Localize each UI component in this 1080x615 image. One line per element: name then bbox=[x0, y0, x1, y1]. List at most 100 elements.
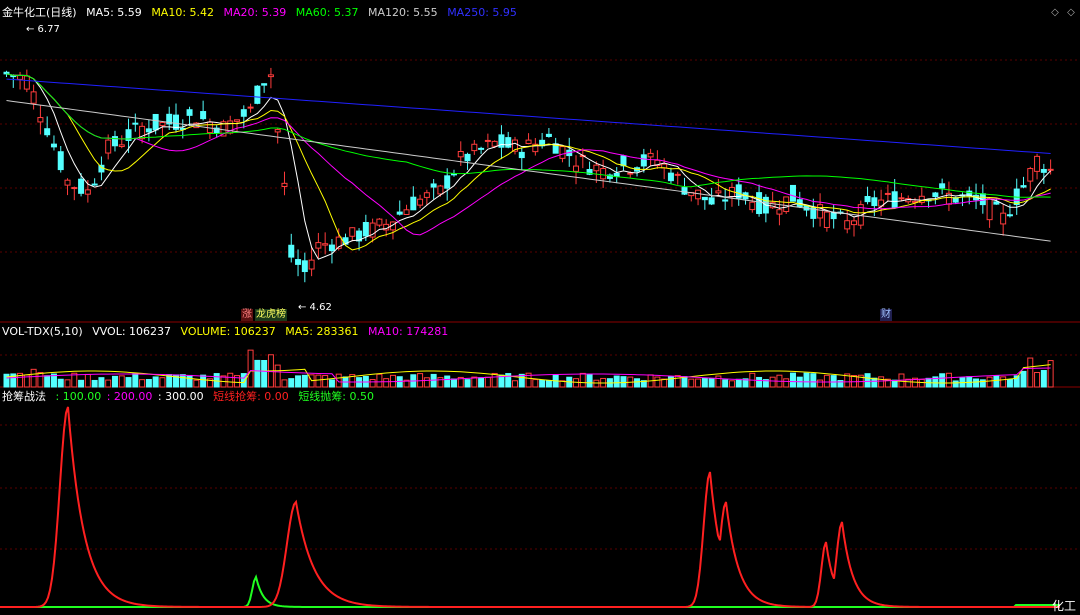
volume-bar bbox=[301, 374, 308, 388]
stock-title[interactable]: 金牛化工(日线) bbox=[2, 6, 77, 19]
volume-bar bbox=[254, 359, 261, 388]
volume-bar bbox=[261, 359, 268, 388]
volume-bar bbox=[37, 372, 44, 388]
volume-bar bbox=[708, 378, 715, 388]
candle-body bbox=[247, 106, 254, 109]
volume-bar bbox=[830, 375, 837, 388]
volume-bar bbox=[918, 378, 925, 388]
candle-body bbox=[993, 201, 1000, 205]
volume-bar bbox=[335, 373, 342, 388]
volume-bar bbox=[450, 378, 457, 388]
volume-bar bbox=[512, 380, 518, 388]
volume-bar bbox=[57, 378, 64, 388]
short-dump-readout: 短线抛筹: 0.50 bbox=[298, 390, 375, 403]
candle-body bbox=[464, 153, 471, 162]
limit-up-tag[interactable]: 涨 bbox=[241, 309, 253, 321]
volume-bar bbox=[945, 372, 952, 388]
candle-body bbox=[64, 179, 71, 186]
candle-body bbox=[301, 260, 308, 273]
candle-body bbox=[932, 192, 939, 198]
candle-body bbox=[640, 154, 647, 167]
candle-body bbox=[17, 75, 24, 80]
volume-bar bbox=[78, 379, 85, 388]
volume-bar bbox=[383, 378, 390, 388]
candle-body bbox=[1020, 185, 1027, 188]
collapse-up-icon[interactable]: ◇ bbox=[1050, 8, 1060, 18]
kline-chart[interactable]: ← 6.77 ← 4.62 bbox=[0, 0, 1080, 615]
expand-icon[interactable]: ◇ bbox=[1066, 8, 1076, 18]
volume-bar bbox=[539, 379, 546, 388]
ma250-readout: MA250: 5.95 bbox=[447, 6, 517, 19]
candle-body bbox=[681, 187, 688, 195]
vol-name[interactable]: VOL-TDX(5,10) bbox=[2, 325, 83, 338]
volume-bar bbox=[132, 373, 139, 388]
volume-bar bbox=[322, 374, 329, 388]
volume-bar bbox=[1027, 357, 1034, 388]
volume-bar bbox=[1006, 379, 1013, 388]
candle-body bbox=[423, 192, 430, 198]
volume-bar bbox=[464, 379, 471, 388]
candle-body bbox=[1034, 155, 1041, 172]
volume-bar bbox=[315, 374, 322, 388]
candle-body bbox=[240, 109, 247, 117]
ma5-line bbox=[6, 73, 1051, 260]
candle-body bbox=[1040, 168, 1047, 173]
ma120-readout: MA120: 5.55 bbox=[367, 6, 438, 19]
candle-body bbox=[437, 185, 444, 195]
high-price-label: ← 6.77 bbox=[26, 24, 60, 35]
candle-body bbox=[986, 198, 993, 221]
volume-bar bbox=[620, 376, 627, 388]
volume-bar bbox=[64, 379, 71, 388]
candle-body bbox=[78, 178, 85, 194]
candle-body bbox=[1000, 212, 1007, 225]
candle-body bbox=[1047, 168, 1054, 171]
volume-bar bbox=[376, 373, 383, 388]
volume-bar bbox=[728, 380, 735, 388]
candle-body bbox=[254, 85, 261, 104]
candle-body bbox=[844, 220, 851, 230]
candle-body bbox=[410, 196, 417, 211]
vvol-readout: VVOL: 106237 bbox=[92, 325, 172, 338]
dragon-tiger-tag[interactable]: 龙虎榜 bbox=[255, 309, 287, 321]
candle-body bbox=[505, 137, 512, 148]
volume-bar bbox=[545, 380, 552, 388]
candle-body bbox=[471, 143, 478, 152]
candle-body bbox=[396, 211, 403, 215]
volume-bar bbox=[661, 378, 668, 388]
volume-bar bbox=[484, 376, 491, 388]
volume-bar bbox=[715, 375, 722, 388]
candle-body bbox=[891, 191, 898, 208]
ma20-line bbox=[6, 73, 1051, 236]
candle-body bbox=[417, 198, 424, 206]
volume-bar bbox=[681, 376, 688, 388]
indicator-header: 抢筹战法 : 100.00 : 200.00 : 300.00 短线抢筹: 0.… bbox=[2, 389, 380, 405]
finance-tag[interactable]: 财 bbox=[880, 309, 892, 321]
candle-body bbox=[613, 172, 620, 177]
candle-body bbox=[1027, 168, 1034, 182]
volume-bar bbox=[274, 364, 281, 388]
candle-body bbox=[3, 71, 10, 75]
candle-body bbox=[491, 140, 498, 147]
volume-bar bbox=[152, 376, 159, 388]
candle-body bbox=[600, 168, 607, 180]
ma5-readout: MA5: 5.59 bbox=[86, 6, 142, 19]
short-grab-readout: 短线抢筹: 0.00 bbox=[213, 390, 289, 403]
volume-bar bbox=[993, 375, 1000, 388]
volume-bar bbox=[939, 373, 946, 388]
volume-bar bbox=[1034, 371, 1041, 388]
candle-body bbox=[518, 151, 525, 159]
volume-bar bbox=[139, 379, 146, 388]
candle-body bbox=[593, 164, 600, 172]
candle-body bbox=[701, 196, 708, 201]
volume-bar bbox=[756, 376, 763, 388]
indicator-name[interactable]: 抢筹战法 bbox=[2, 390, 46, 403]
candle-body bbox=[281, 182, 288, 188]
volume-bar bbox=[3, 373, 10, 388]
candle-body bbox=[667, 172, 674, 182]
candle-body bbox=[118, 144, 125, 148]
candle-body bbox=[871, 197, 878, 207]
candle-body bbox=[722, 199, 729, 202]
candle-body bbox=[37, 117, 44, 123]
candle-body bbox=[200, 111, 207, 120]
candle-body bbox=[71, 187, 78, 190]
